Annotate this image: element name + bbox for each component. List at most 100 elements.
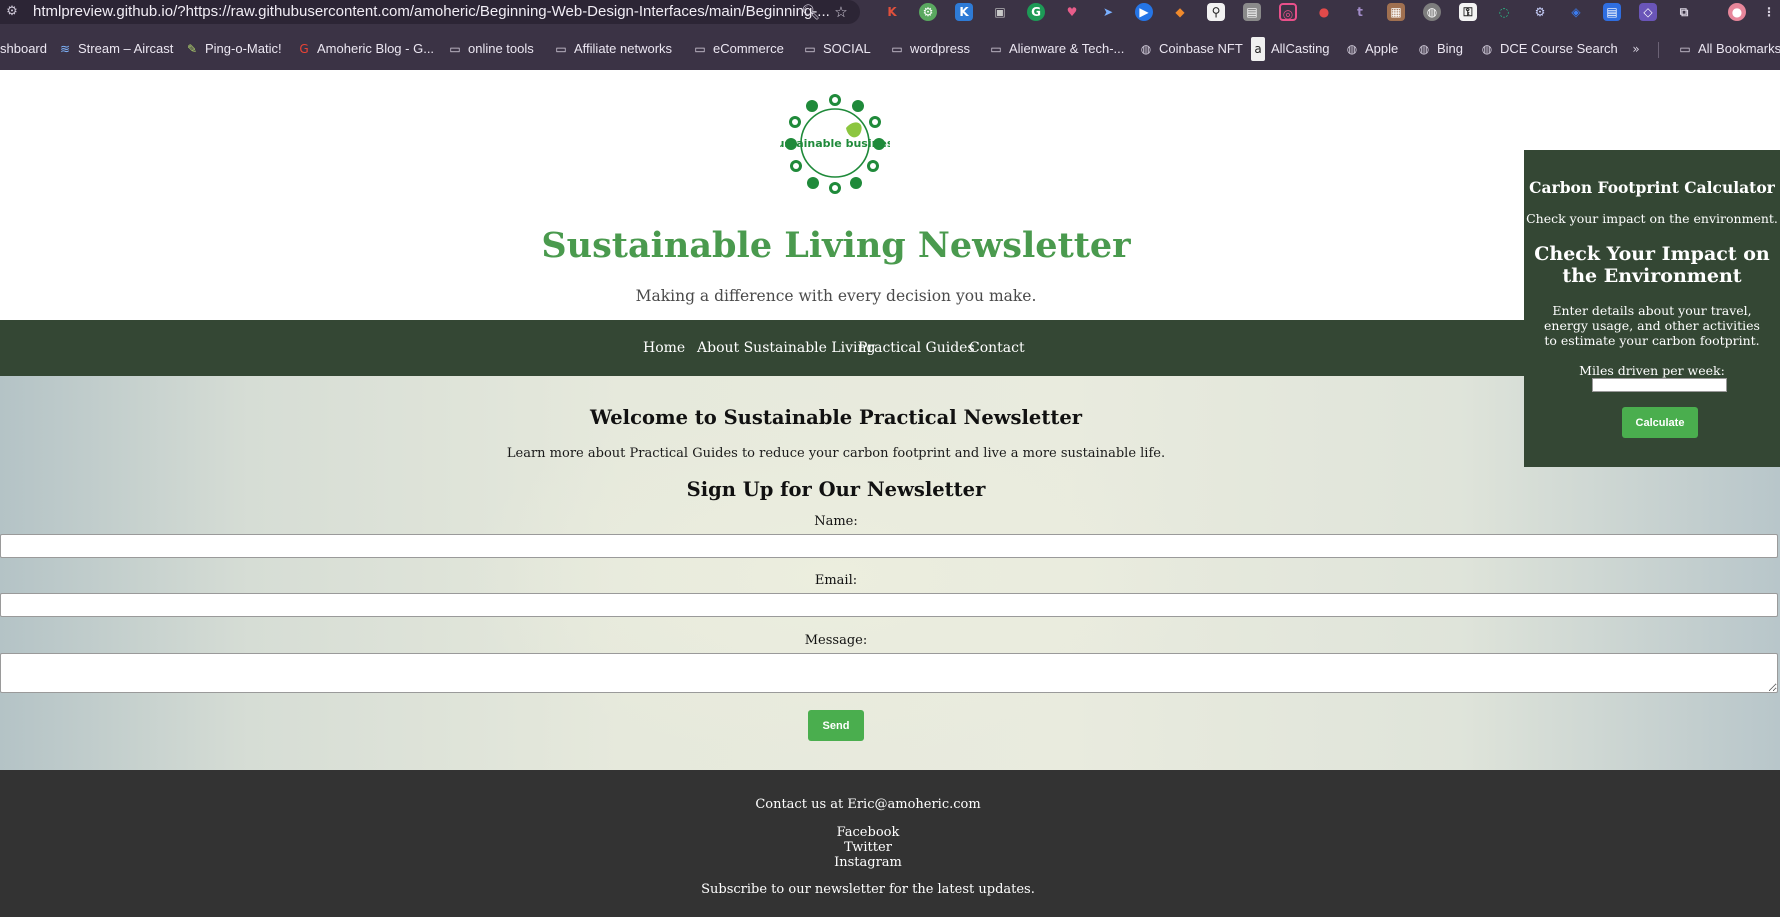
calculator-title: Carbon Footprint Calculator [1529,178,1775,197]
footer-link-twitter[interactable]: Twitter [0,840,1736,855]
bookmark-label: Amoheric Blog - G... [317,41,435,56]
nav-practical-guides[interactable]: Practical Guides [858,320,975,376]
send-button[interactable]: Send [808,710,864,741]
nav-about[interactable]: About Sustainable Living [697,320,876,376]
email-field[interactable] [0,593,1778,617]
extension-photo-icon[interactable]: ▦ [1387,3,1405,21]
bookmark-label: Bing [1437,41,1464,56]
extension-k-blue-icon[interactable]: K [955,3,973,21]
extension-red-blue-icon[interactable]: ● [1315,3,1333,21]
folder-icon: ▭ [694,42,706,56]
folder-icon: ▭ [990,42,1002,56]
bookmark-item[interactable]: ▭ online tools [448,37,534,61]
extension-pink-icon[interactable]: ◎ [1279,3,1297,21]
extension-tag-icon[interactable]: ◈ [1567,3,1585,21]
bookmark-item[interactable]: ▭ Alienware & Tech-... [989,37,1124,61]
zoom-icon[interactable]: 🔍︎ [801,3,820,21]
footer-contact: Contact us at Eric@amoheric.com [755,797,981,812]
site-footer: Contact us at Eric@amoheric.com Facebook… [0,770,1780,917]
extension-round-icon[interactable]: ⚙ [919,3,937,21]
extension-walker-icon[interactable]: ⚲ [1207,3,1225,21]
globe-icon: ◍ [1140,42,1152,56]
footer-subscribe: Subscribe to our newsletter for the late… [701,882,1035,897]
bookmark-item[interactable]: shboard [0,37,47,61]
browser-menu-icon[interactable]: ⋮ [1760,3,1778,21]
extension-blue-doc-icon[interactable]: ▤ [1603,3,1621,21]
bookmark-item[interactable]: ▭ eCommerce [693,37,784,61]
bookmark-label: Ping-o-Matic! [205,41,282,56]
bookmark-item[interactable]: ▭ All Bookmarks [1678,37,1780,61]
extension-green-c-icon[interactable]: ◌ [1495,3,1513,21]
bookmark-label: eCommerce [713,41,784,56]
nav-home[interactable]: Home [643,320,685,376]
footer-link-facebook[interactable]: Facebook [0,825,1736,840]
grammarly-icon[interactable]: G [1027,3,1045,21]
bookmark-label: All Bookmarks [1698,41,1780,56]
carbon-calculator-panel: Carbon Footprint Calculator Check your i… [1524,150,1780,467]
globe-icon: ◍ [1481,42,1493,56]
calculate-button[interactable]: Calculate [1622,407,1698,438]
bookmark-label: wordpress [910,41,970,56]
bookmarks-bar: shboard ≋ Stream – Aircast ✎ Ping-o-Matic!… [0,37,1780,61]
bookmark-item[interactable]: ◍ Bing [1417,37,1463,61]
profile-avatar-icon[interactable]: ● [1728,3,1746,21]
site-title: Sustainable Living Newsletter [541,225,1131,266]
globe-icon: ◍ [1418,42,1430,56]
bookmark-item[interactable]: ◍ DCE Course Search [1480,37,1618,61]
bookmark-label: DCE Course Search [1500,41,1618,56]
bookmark-label: SOCIAL [823,41,871,56]
extension-k-icon[interactable]: K [883,3,901,21]
bookmark-label: Coinbase NFT [1159,41,1243,56]
extension-robot-icon[interactable]: ⚙ [1531,3,1549,21]
message-field[interactable] [0,653,1778,693]
site-settings-icon[interactable]: ⚙ [4,4,20,20]
bookmark-item[interactable]: G Amoheric Blog - G... [297,37,434,61]
signup-heading: Sign Up for Our Newsletter [686,478,986,501]
extension-gray-icon[interactable]: ▤ [1243,3,1261,21]
globe-icon: ◍ [1346,42,1358,56]
bookmark-item[interactable]: ◍ Apple [1345,37,1399,61]
chevron-right-icon: » [1632,42,1640,56]
bookmark-star-icon[interactable]: ☆ [832,3,850,21]
miles-input[interactable] [1592,378,1727,392]
extensions-puzzle-icon[interactable]: ⧉ [1675,3,1693,21]
message-label: Message: [804,633,868,648]
browser-chrome: ⚙ htmlpreview.github.io/?https://raw.git… [0,0,1780,70]
footer-link-instagram[interactable]: Instagram [0,855,1736,870]
logo-text: sustainable business [780,137,890,150]
nav-contact[interactable]: Contact [969,320,1025,376]
sustainable-business-logo: sustainable business [780,94,890,194]
extension-heart-icon[interactable]: ♥ [1063,3,1081,21]
extension-box-icon[interactable]: ▣ [991,3,1009,21]
bookmark-label: shboard [0,41,47,56]
extension-cursor-icon[interactable]: ➤ [1099,3,1117,21]
extension-mask-icon[interactable]: ◍ [1423,3,1441,21]
bookmark-label: AllCasting [1271,41,1330,56]
site-tagline: Making a difference with every decision … [635,287,1037,305]
bookmark-item[interactable]: a AllCasting [1251,37,1330,61]
folder-icon: ▭ [1679,42,1691,56]
bookmark-item[interactable]: ≋ Stream – Aircast [58,37,173,61]
extension-purple-icon[interactable]: ◇ [1639,3,1657,21]
folder-icon: ▭ [891,42,903,56]
bookmark-item[interactable]: ✎ Ping-o-Matic! [185,37,282,61]
bookmark-label: Affiliate networks [574,41,673,56]
site-header: sustainable business Sustainable Living … [0,70,1780,320]
url-text[interactable]: htmlpreview.github.io/?https://raw.githu… [33,0,830,24]
extension-tumblr-icon[interactable]: t [1351,3,1369,21]
ping-icon: ✎ [186,42,198,56]
extension-play-icon[interactable]: ▶ [1135,3,1153,21]
email-label: Email: [814,573,858,588]
name-field[interactable] [0,534,1778,558]
metamask-icon[interactable]: ◆ [1171,3,1189,21]
folder-icon: ▭ [449,42,461,56]
bookmark-label: online tools [468,41,534,56]
bookmarks-overflow-button[interactable]: » [1629,37,1643,61]
bookmark-item[interactable]: ◍ Coinbase NFT [1139,37,1243,61]
google-icon: G [299,42,309,56]
calculator-heading: Check Your Impact on the Environment [1534,243,1770,287]
bookmark-item[interactable]: ▭ Affiliate networks [554,37,672,61]
extension-key-icon[interactable]: ⚿ [1459,3,1477,21]
bookmark-item[interactable]: ▭ wordpress [890,37,970,61]
bookmark-item[interactable]: ▭ SOCIAL [803,37,871,61]
